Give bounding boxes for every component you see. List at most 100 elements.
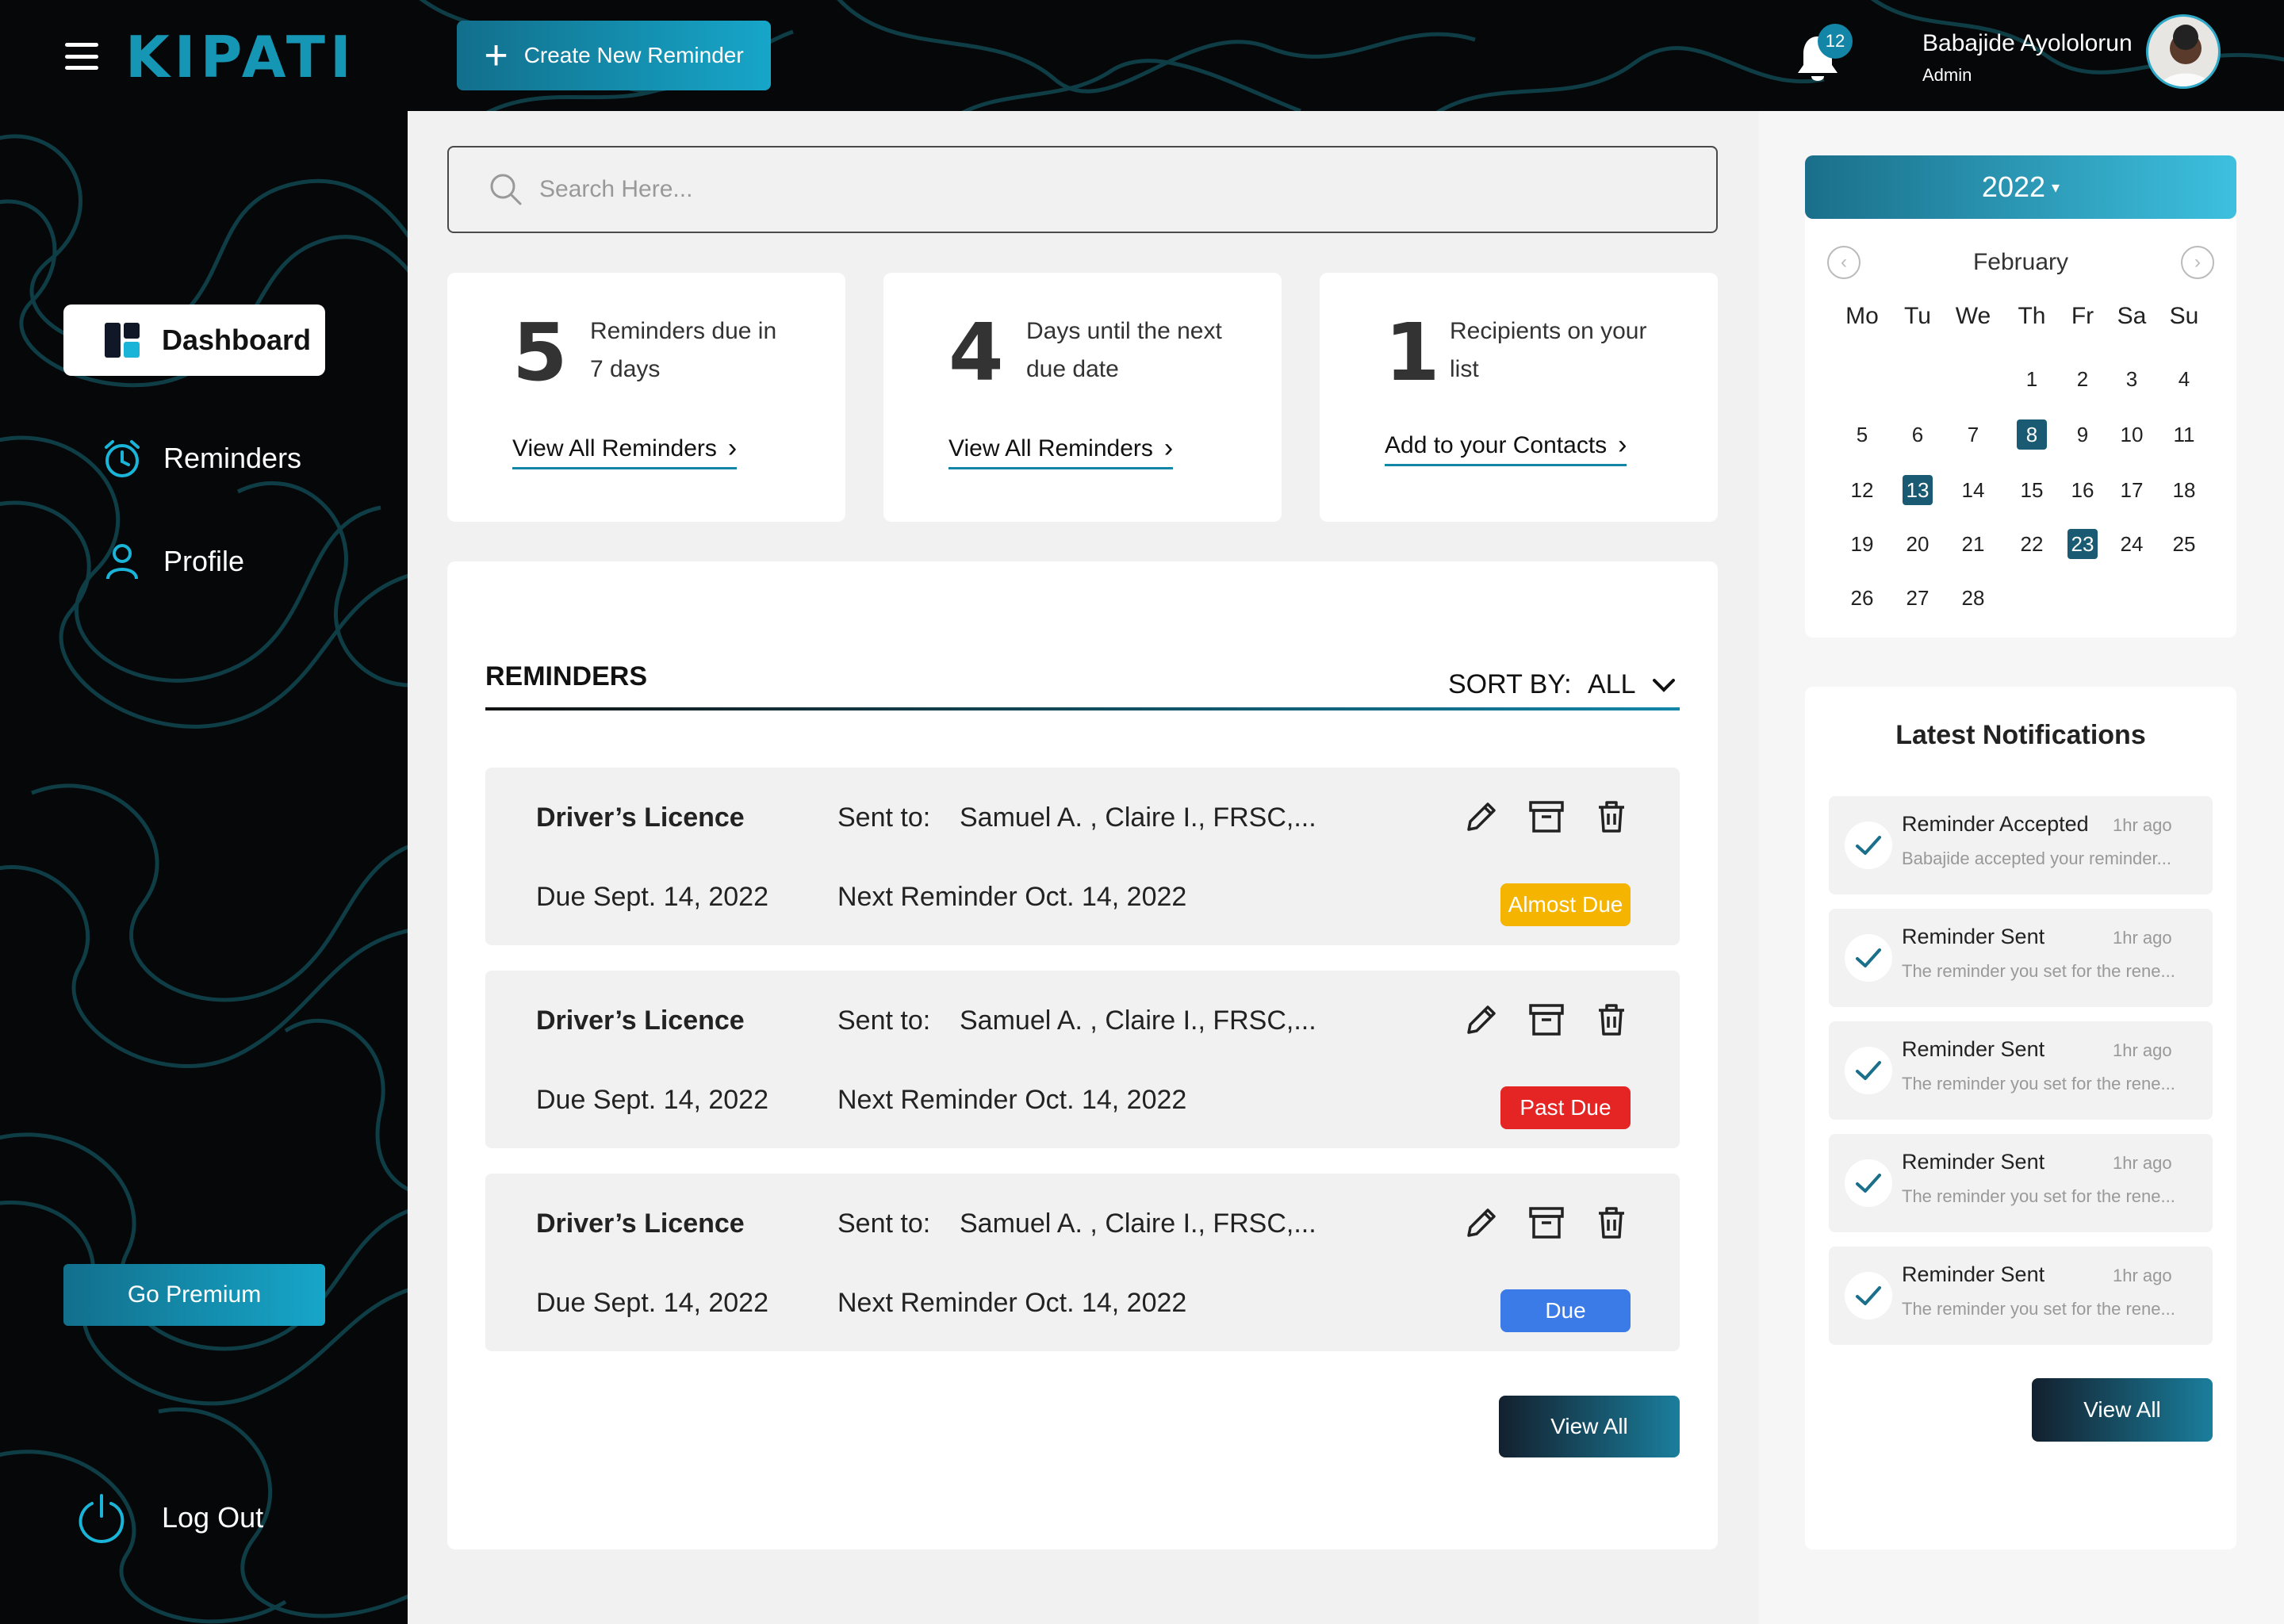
calendar-day-number: 21: [1961, 532, 1985, 556]
notification-title: Reminder Sent: [1902, 925, 2045, 948]
calendar-day[interactable]: 2: [2059, 363, 2106, 395]
archive-icon[interactable]: [1527, 1001, 1565, 1039]
calendar-day[interactable]: 13: [1894, 474, 1941, 506]
weekday-label: We: [1955, 303, 1991, 329]
chevron-down-icon: [1652, 678, 1675, 692]
create-reminder-label: Create New Reminder: [523, 43, 744, 67]
calendar-day[interactable]: 10: [2108, 419, 2156, 450]
calendar-day[interactable]: 23: [2059, 528, 2106, 560]
avatar[interactable]: [2146, 14, 2221, 89]
plus-icon: +: [484, 33, 508, 79]
chevron-right-icon: ›: [727, 433, 738, 463]
calendar-day-number: 20: [1906, 532, 1930, 556]
search-input[interactable]: [539, 176, 1650, 203]
calendar-day[interactable]: 1: [2008, 363, 2056, 395]
archive-icon[interactable]: [1527, 1204, 1565, 1242]
calendar-day[interactable]: 7: [1949, 419, 1997, 450]
calendar-day[interactable]: 24: [2108, 528, 2156, 560]
calendar-day-number: 1: [2025, 367, 2038, 391]
chevron-right-icon: ›: [1618, 430, 1627, 460]
notification-item[interactable]: Reminder Sent 1hr ago The reminder you set…: [1829, 909, 2213, 1007]
calendar-day[interactable]: 27: [1894, 582, 1941, 614]
trash-icon[interactable]: [1592, 1204, 1631, 1242]
archive-icon[interactable]: [1527, 798, 1565, 836]
calendar-day[interactable]: 9: [2059, 419, 2106, 450]
sidebar-item-dashboard[interactable]: Dashboard: [63, 304, 325, 376]
calendar-day[interactable]: 20: [1894, 528, 1941, 560]
sort-label: SORT BY:: [1448, 669, 1572, 699]
sort-dropdown[interactable]: ALL: [1588, 669, 1676, 700]
edit-icon[interactable]: [1462, 1204, 1500, 1242]
view-all-notifications-button[interactable]: View All: [2032, 1378, 2213, 1442]
check-icon: [1845, 1159, 1892, 1207]
calendar-month: February: [1972, 249, 2069, 275]
calendar-day[interactable]: 17: [2108, 474, 2156, 506]
calendar-day[interactable]: 4: [2160, 363, 2208, 395]
year-dropdown[interactable]: 2022 ▾: [1805, 155, 2236, 219]
view-all-reminders-link[interactable]: View All Reminders ›: [948, 433, 1174, 469]
notification-item[interactable]: Reminder Sent 1hr ago The reminder you set…: [1829, 1021, 2213, 1120]
status-badge: Past Due: [1500, 1086, 1631, 1129]
calendar-day[interactable]: 16: [2059, 474, 2106, 506]
create-new-reminder-button[interactable]: + Create New Reminder: [457, 21, 771, 90]
reminders-divider: [485, 707, 1680, 710]
reminder-row[interactable]: Driver’s Licence Sent to: Samuel A. , Cl…: [485, 768, 1680, 945]
go-premium-button[interactable]: Go Premium: [63, 1264, 325, 1326]
user-icon: [106, 544, 138, 580]
edit-icon[interactable]: [1462, 1001, 1500, 1039]
trash-icon[interactable]: [1592, 798, 1631, 836]
reminder-actions: [1462, 798, 1631, 836]
search-bar[interactable]: [447, 146, 1718, 233]
calendar-day[interactable]: 28: [1949, 582, 1997, 614]
edit-icon[interactable]: [1462, 798, 1500, 836]
calendar-day[interactable]: 3: [2108, 363, 2156, 395]
calendar-day[interactable]: 18: [2160, 474, 2208, 506]
calendar-day-number: 16: [2071, 478, 2094, 502]
reminder-row[interactable]: Driver’s Licence Sent to: Samuel A. , Cl…: [485, 1174, 1680, 1351]
calendar-day[interactable]: 19: [1838, 528, 1886, 560]
calendar-day[interactable]: 5: [1838, 419, 1886, 450]
weekday-label: Fr: [2071, 303, 2094, 329]
stat-description: Recipients on your list: [1450, 318, 1647, 382]
calendar-year: 2022: [1981, 170, 2046, 203]
stat-card-due-soon: 5 Reminders due in 7 days View All Remin…: [447, 273, 845, 522]
stat-description: Reminders due in 7 days: [590, 318, 777, 382]
calendar-day-number: 6: [1911, 423, 1924, 446]
sidebar-item-reminders[interactable]: Reminders: [102, 438, 301, 479]
reminder-recipients: Samuel A. , Claire I., FRSC,...: [960, 802, 1316, 833]
notification-title: Reminder Accepted: [1902, 812, 2089, 836]
calendar-day-number: 3: [2125, 367, 2138, 391]
calendar-day-number: 27: [1906, 586, 1930, 610]
menu-icon[interactable]: [65, 43, 98, 70]
reminder-actions: [1462, 1001, 1631, 1039]
add-to-contacts-link[interactable]: Add to your Contacts ›: [1385, 430, 1627, 466]
sent-to-label: Sent to:: [837, 1005, 931, 1036]
calendar-day[interactable]: 14: [1949, 474, 1997, 506]
reminder-recipients: Samuel A. , Claire I., FRSC,...: [960, 1005, 1316, 1036]
notification-item[interactable]: Reminder Accepted 1hr ago Babajide accepte…: [1829, 796, 2213, 894]
logout-button[interactable]: Log Out: [78, 1492, 263, 1543]
calendar-day[interactable]: 6: [1894, 419, 1941, 450]
calendar-day[interactable]: 25: [2160, 528, 2208, 560]
calendar-day[interactable]: 21: [1949, 528, 1997, 560]
view-all-reminders-link[interactable]: View All Reminders ›: [512, 433, 738, 469]
trash-icon[interactable]: [1592, 1001, 1631, 1039]
dashboard-icon: [105, 323, 140, 358]
calendar-day[interactable]: 12: [1838, 474, 1886, 506]
calendar-day-number: 7: [1967, 423, 1979, 446]
notification-item[interactable]: Reminder Sent 1hr ago The reminder you set…: [1829, 1247, 2213, 1345]
calendar-day[interactable]: 15: [2008, 474, 2056, 506]
calendar-day[interactable]: 8: [2008, 419, 2056, 450]
notification-item[interactable]: Reminder Sent 1hr ago The reminder you set…: [1829, 1134, 2213, 1232]
calendar-day[interactable]: 11: [2160, 419, 2208, 450]
reminder-row[interactable]: Driver’s Licence Sent to: Samuel A. , Cl…: [485, 971, 1680, 1148]
next-month-icon[interactable]: ›: [2181, 246, 2214, 279]
view-all-reminders-button[interactable]: View All: [1499, 1396, 1680, 1457]
link-label: Add to your Contacts: [1385, 431, 1608, 458]
alarm-clock-icon: [105, 440, 140, 477]
reminder-recipients: Samuel A. , Claire I., FRSC,...: [960, 1208, 1316, 1239]
sidebar-item-profile[interactable]: Profile: [102, 541, 244, 582]
calendar-day[interactable]: 22: [2008, 528, 2056, 560]
stat-card-recipients: 1 Recipients on your list Add to your Co…: [1320, 273, 1718, 522]
calendar-day[interactable]: 26: [1838, 582, 1886, 614]
